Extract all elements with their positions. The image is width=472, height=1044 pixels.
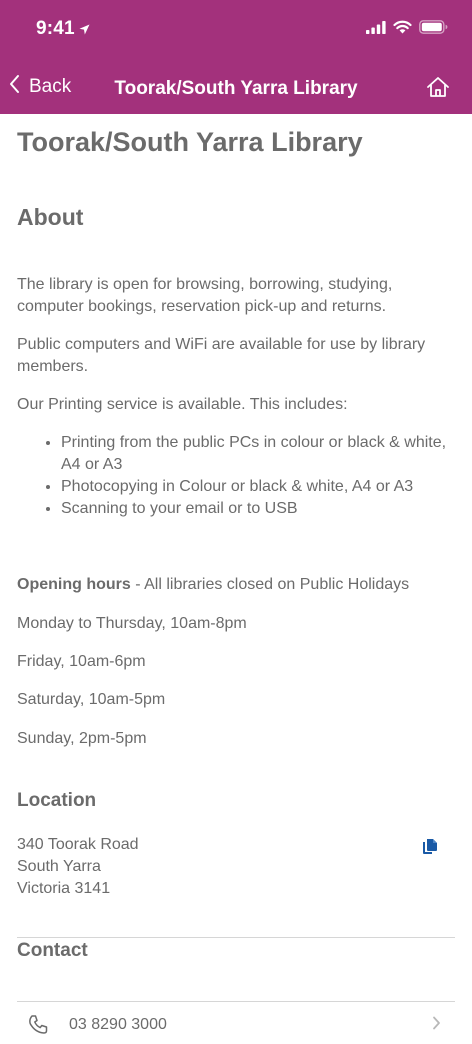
signal-icon: [366, 20, 386, 39]
about-heading: About: [17, 204, 84, 230]
hours-line: Friday, 10am-6pm: [17, 653, 146, 670]
list-item: Photocopying in Colour or black & white,…: [61, 476, 466, 498]
nav-bar: Back Toorak/South Yarra Library: [0, 60, 472, 114]
phone-number: 03 8290 3000: [69, 1016, 167, 1033]
about-paragraph: Our Printing service is available. This …: [17, 396, 348, 413]
services-list: Printing from the public PCs in colour o…: [37, 432, 466, 520]
hours-line: Monday to Thursday, 10am-8pm: [17, 615, 247, 632]
phone-row[interactable]: 03 8290 3000: [17, 1004, 455, 1044]
divider: [17, 937, 455, 938]
page-title: Toorak/South Yarra Library: [17, 127, 363, 157]
address-line: Victoria 3141: [17, 880, 111, 897]
hours-line: Saturday, 10am-5pm: [17, 691, 166, 708]
location-arrow-icon: [79, 22, 90, 40]
opening-hours-label: Opening hours: [17, 576, 131, 593]
status-icons: [366, 20, 448, 39]
wifi-icon: [393, 20, 412, 39]
divider: [17, 1001, 455, 1002]
list-item: Printing from the public PCs in colour o…: [61, 432, 466, 476]
copy-address-button[interactable]: [421, 838, 439, 861]
opening-hours-header: Opening hours - All libraries closed on …: [17, 574, 409, 596]
status-time: 9:41: [36, 18, 75, 39]
list-item: Scanning to your email or to USB: [61, 498, 466, 520]
address-line: South Yarra: [17, 858, 101, 875]
about-paragraph: The library is open for browsing, borrow…: [17, 276, 393, 315]
home-button[interactable]: [426, 76, 450, 103]
phone-icon: [27, 1014, 49, 1041]
location-heading: Location: [17, 790, 97, 811]
home-icon: [426, 77, 450, 102]
nav-title: Toorak/South Yarra Library: [114, 78, 358, 99]
hours-line: Sunday, 2pm-5pm: [17, 730, 147, 747]
address-line: 340 Toorak Road: [17, 836, 139, 853]
copy-icon: [421, 839, 439, 860]
status-bar: 9:41: [0, 0, 472, 60]
opening-hours-note: - All libraries closed on Public Holiday…: [130, 576, 410, 593]
contact-heading: Contact: [17, 940, 88, 961]
about-paragraph: Public computers and WiFi are available …: [17, 336, 426, 375]
battery-icon: [419, 20, 448, 39]
address: 340 Toorak Road South Yarra Victoria 314…: [17, 834, 139, 900]
chevron-right-icon: [432, 1016, 441, 1035]
